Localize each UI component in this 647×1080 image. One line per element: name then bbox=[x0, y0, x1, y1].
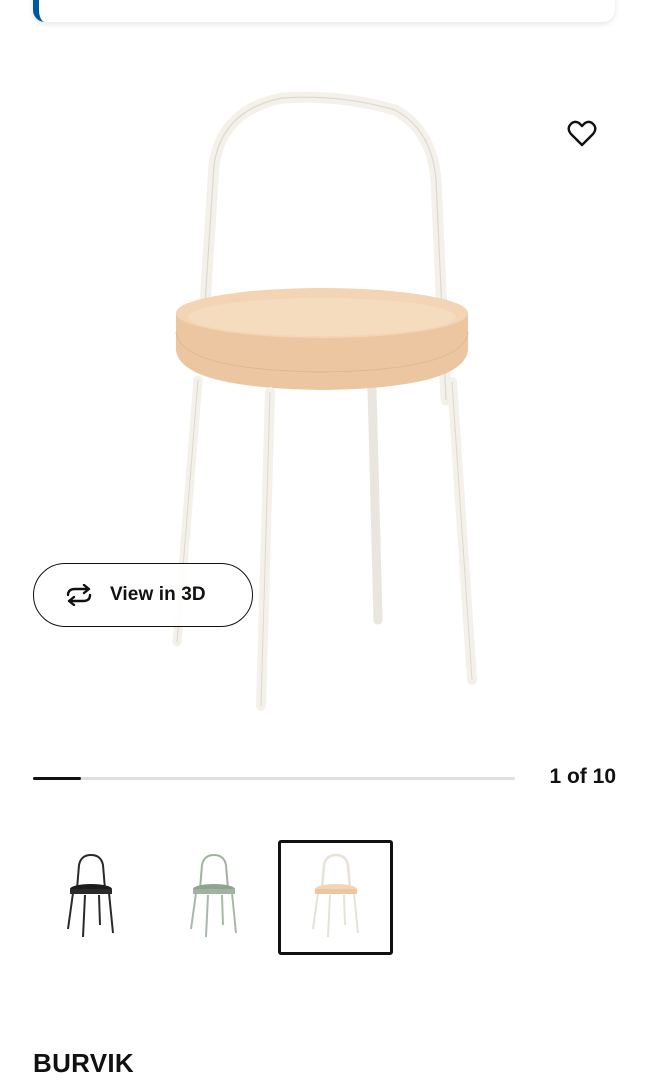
thumbnail-white-birch[interactable] bbox=[278, 840, 393, 955]
thumbnail-image bbox=[189, 853, 237, 937]
thumbnail-black[interactable] bbox=[33, 840, 148, 955]
thumbnail-image bbox=[311, 853, 359, 937]
gallery-progress-bar bbox=[33, 777, 515, 780]
thumbnail-image bbox=[66, 853, 114, 937]
favorite-button[interactable] bbox=[560, 112, 604, 156]
side-table-illustration bbox=[172, 91, 477, 711]
view-in-3d-button[interactable]: View in 3D bbox=[33, 563, 253, 627]
thumbnail-strip bbox=[33, 840, 633, 955]
heart-icon bbox=[567, 120, 597, 147]
view-in-3d-label: View in 3D bbox=[110, 584, 206, 605]
top-card bbox=[33, 0, 615, 22]
product-image[interactable] bbox=[0, 70, 647, 730]
rotate-3d-icon bbox=[66, 584, 92, 606]
gallery-progress-fill bbox=[33, 777, 82, 780]
product-name: BURVIK bbox=[33, 1048, 135, 1078]
gallery-counter: 1 of 10 bbox=[549, 765, 616, 788]
thumbnail-green[interactable] bbox=[156, 840, 271, 955]
